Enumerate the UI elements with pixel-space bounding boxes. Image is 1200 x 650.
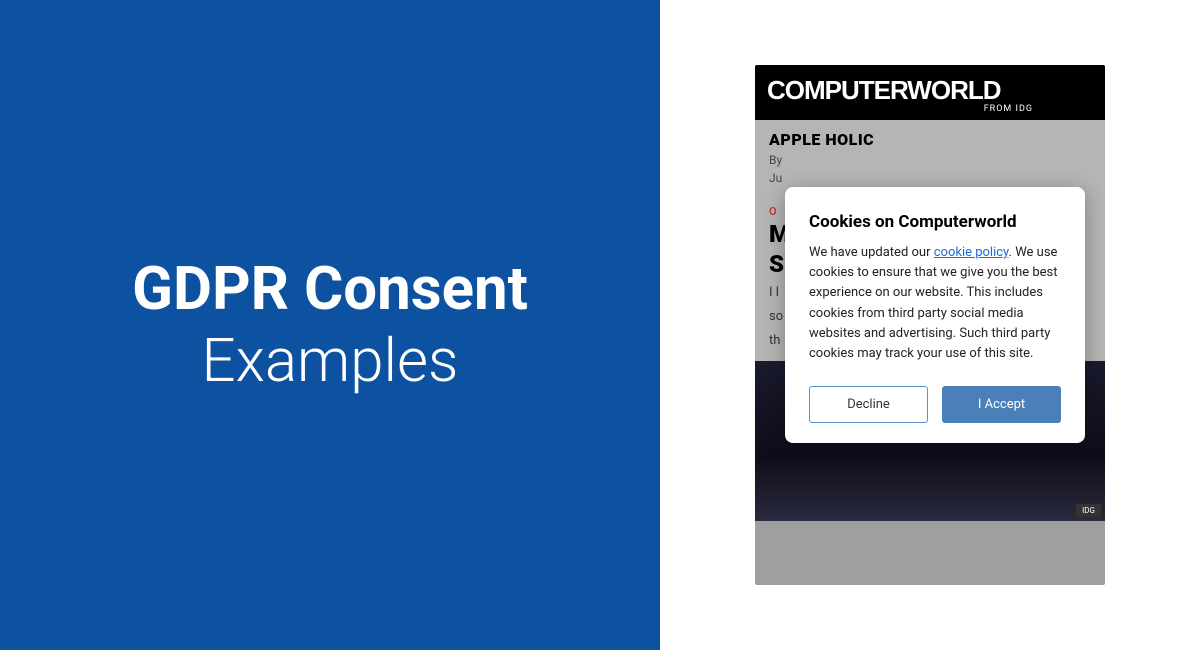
hero-title-light: Examples	[202, 325, 459, 396]
hero-panel: GDPR Consent Examples	[0, 0, 660, 650]
modal-body: We have updated our cookie policy. We us…	[809, 243, 1061, 364]
phone-screenshot: COMPUTERWORLD FROM IDG APPLE HOLIC By Ju…	[755, 65, 1105, 585]
cookie-consent-modal: Cookies on Computerworld We have updated…	[785, 187, 1085, 443]
cookie-policy-link[interactable]: cookie policy	[934, 245, 1009, 260]
hero-title-bold: GDPR Consent	[132, 253, 528, 324]
modal-body-suffix: . We use cookies to ensure that we give …	[809, 245, 1058, 361]
hero-title: GDPR Consent Examples	[132, 253, 528, 397]
article-date: Ju	[769, 171, 1091, 185]
idg-badge: IDG	[1076, 504, 1101, 517]
modal-body-prefix: We have updated our	[809, 245, 934, 260]
example-panel: COMPUTERWORLD FROM IDG APPLE HOLIC By Ju…	[660, 0, 1200, 650]
decline-button[interactable]: Decline	[809, 386, 928, 423]
article-category: APPLE HOLIC	[769, 130, 1091, 149]
article-byline: By	[769, 153, 1091, 167]
site-header: COMPUTERWORLD FROM IDG	[755, 65, 1105, 120]
modal-title: Cookies on Computerworld	[809, 211, 1061, 233]
accept-button[interactable]: I Accept	[942, 386, 1061, 423]
modal-button-row: Decline I Accept	[809, 386, 1061, 423]
site-logo: COMPUTERWORLD	[767, 75, 1093, 106]
